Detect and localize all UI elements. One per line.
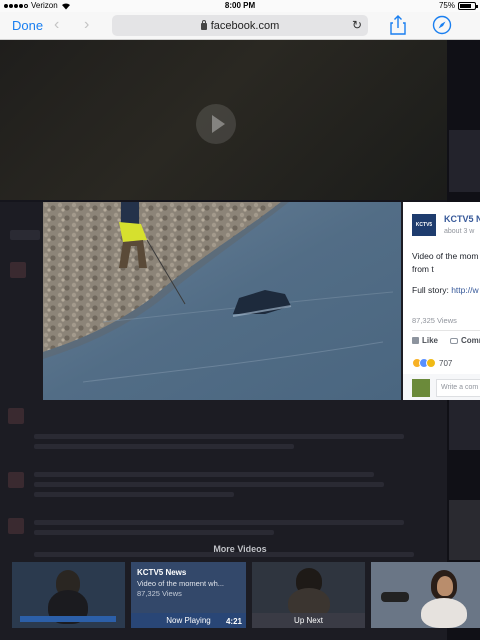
- post-description: Video of the mom was pulled from t: [412, 251, 480, 274]
- video-frame: [43, 202, 401, 400]
- background-thumbnail: [449, 130, 480, 192]
- background-text: [34, 472, 374, 477]
- done-button[interactable]: Done: [12, 18, 43, 33]
- background-text: [34, 482, 384, 487]
- more-videos-row: KCTV5 News Video of the moment wh... 87,…: [0, 562, 480, 628]
- like-button[interactable]: Like: [412, 336, 438, 345]
- background-text: [34, 492, 234, 497]
- wow-reaction-icon: [426, 358, 436, 368]
- microphone: [381, 592, 409, 602]
- story-prefix: Full story:: [412, 285, 452, 295]
- status-bar: Verizon 8:00 PM 75%: [0, 0, 480, 12]
- avatar: [412, 379, 430, 397]
- comment-icon: [450, 337, 459, 344]
- video-duration: 4:21: [225, 617, 242, 626]
- comment-composer: Write a com: [403, 374, 480, 400]
- up-next-label: Up Next: [252, 613, 365, 628]
- comment-label: Comm: [461, 336, 480, 345]
- battery-icon: [458, 1, 478, 10]
- current-video-card[interactable]: KCTV5 News Video of the moment wh... 87,…: [131, 562, 246, 628]
- like-label: Like: [422, 336, 439, 345]
- background-text: [34, 520, 404, 525]
- comment-button[interactable]: Comm: [450, 336, 480, 345]
- more-videos-heading: More Videos: [213, 544, 267, 554]
- background-text: [34, 444, 294, 449]
- video-thumbnail[interactable]: [12, 562, 125, 628]
- news-ticker: [20, 616, 116, 622]
- thumbnail-figure: [421, 598, 467, 628]
- reactions-summary[interactable]: 707: [412, 358, 452, 368]
- video-player[interactable]: [43, 202, 401, 400]
- chevron-right-icon[interactable]: ›: [84, 16, 89, 34]
- url-text: facebook.com: [210, 19, 280, 32]
- current-video-description: Video of the moment wh...: [137, 579, 224, 588]
- thumbs-up-icon: [412, 337, 419, 344]
- chevron-left-icon[interactable]: ‹: [54, 16, 59, 34]
- address-bar[interactable]: facebook.com ↻: [112, 15, 368, 36]
- background-text: [10, 230, 40, 240]
- status-time: 8:00 PM: [224, 1, 256, 10]
- share-icon[interactable]: [390, 15, 406, 35]
- comment-input[interactable]: Write a com: [436, 379, 480, 397]
- avatar: [10, 262, 26, 278]
- page-name-link[interactable]: KCTV5 N: [444, 214, 480, 224]
- post-story: Full story: http://w c...: [412, 284, 480, 297]
- reload-icon[interactable]: ↻: [352, 18, 362, 32]
- browser-toolbar: Done ‹ › facebook.com ↻: [0, 12, 480, 40]
- post-info-panel: KCTV5 KCTV5 N about 3 w Video of the mom…: [403, 202, 480, 400]
- divider: [412, 330, 480, 331]
- background-text: [34, 434, 404, 439]
- page-avatar[interactable]: KCTV5: [412, 214, 436, 236]
- avatar: [8, 472, 24, 488]
- story-link[interactable]: http://w c...: [451, 285, 480, 295]
- background-text: [34, 530, 274, 535]
- current-video-title: KCTV5 News: [137, 568, 187, 577]
- lock-icon: [200, 20, 207, 30]
- battery-info: 75%: [438, 1, 478, 10]
- compass-icon[interactable]: [432, 15, 452, 35]
- post-actions: Like Comm: [412, 336, 480, 345]
- thumbnail-figure: [437, 576, 453, 596]
- current-video-views: 87,325 Views: [137, 589, 182, 598]
- reaction-count: 707: [439, 358, 453, 368]
- up-next-card[interactable]: Up Next: [252, 562, 365, 628]
- battery-percent: 75%: [438, 1, 455, 10]
- avatar: [8, 518, 24, 534]
- post-timestamp[interactable]: about 3 w: [444, 228, 474, 235]
- play-icon: [196, 104, 236, 144]
- avatar: [8, 408, 24, 424]
- video-thumbnail[interactable]: [371, 562, 480, 628]
- view-count: 87,325 Views: [412, 316, 457, 325]
